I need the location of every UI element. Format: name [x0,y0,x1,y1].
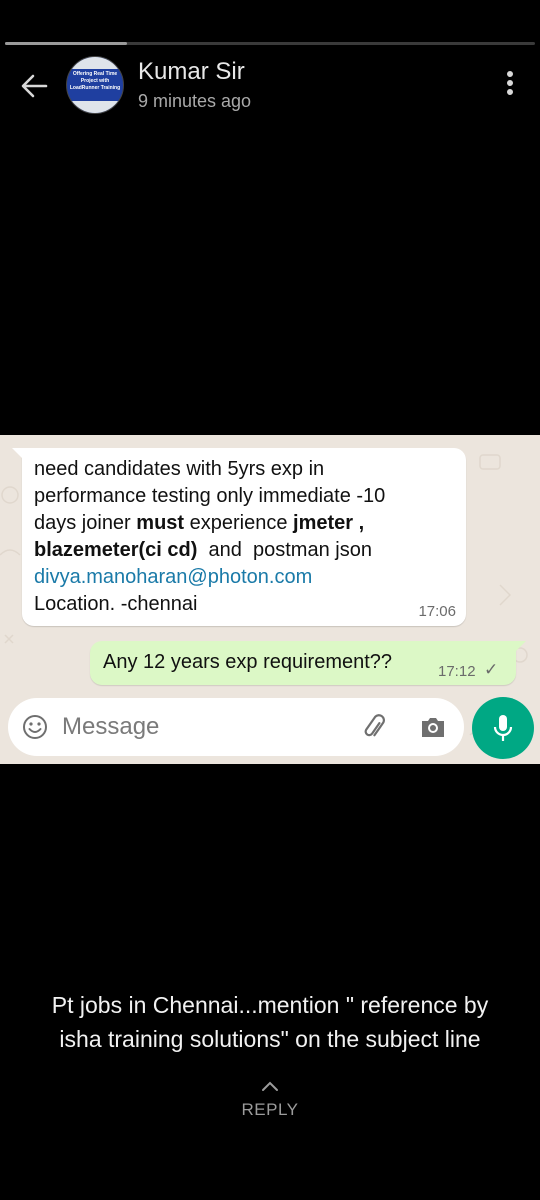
message-input[interactable] [62,710,312,744]
email-link[interactable]: divya.manoharan@photon.com [34,564,454,591]
camera-icon[interactable] [419,714,447,740]
contact-name[interactable]: Kumar Sir [138,58,245,86]
incoming-message-text: need candidates with 5yrs exp in perform… [34,456,454,618]
more-vert-icon [507,71,513,77]
last-seen-time: 9 minutes ago [138,91,252,111]
story-progress-fill [5,42,127,45]
emoji-icon[interactable] [22,714,48,740]
avatar[interactable]: Offering Real Time Project with LoadRunn… [66,56,124,114]
arrow-left-icon [21,74,48,98]
microphone-icon [493,715,513,741]
status-caption: Pt jobs in Chennai...mention " reference… [51,992,489,1052]
voice-record-button[interactable] [472,697,534,759]
outgoing-message-time: 17:12 [438,663,476,680]
location-text: Location. -chennai [34,593,198,615]
outgoing-message-bubble[interactable]: Any 12 years exp requirement?? 17:12 ✓ [90,641,526,685]
sent-check-icon: ✓ [484,660,499,679]
reply-label: REPLY [241,1100,299,1119]
back-button[interactable] [16,68,52,104]
incoming-message-time: 17:06 [418,603,456,620]
outgoing-message-text: Any 12 years exp requirement?? [103,651,393,673]
chat-screenshot: need candidates with 5yrs exp in perform… [0,435,540,764]
story-progress-bar [5,42,535,45]
paperclip-icon[interactable] [360,712,390,742]
message-composer [8,698,464,756]
reply-button[interactable]: REPLY [220,1080,320,1130]
more-options-button[interactable] [496,68,524,100]
incoming-message-bubble[interactable]: need candidates with 5yrs exp in perform… [12,448,466,626]
avatar-text: Offering Real Time Project with LoadRunn… [69,71,121,91]
chevron-up-icon [262,1081,278,1091]
